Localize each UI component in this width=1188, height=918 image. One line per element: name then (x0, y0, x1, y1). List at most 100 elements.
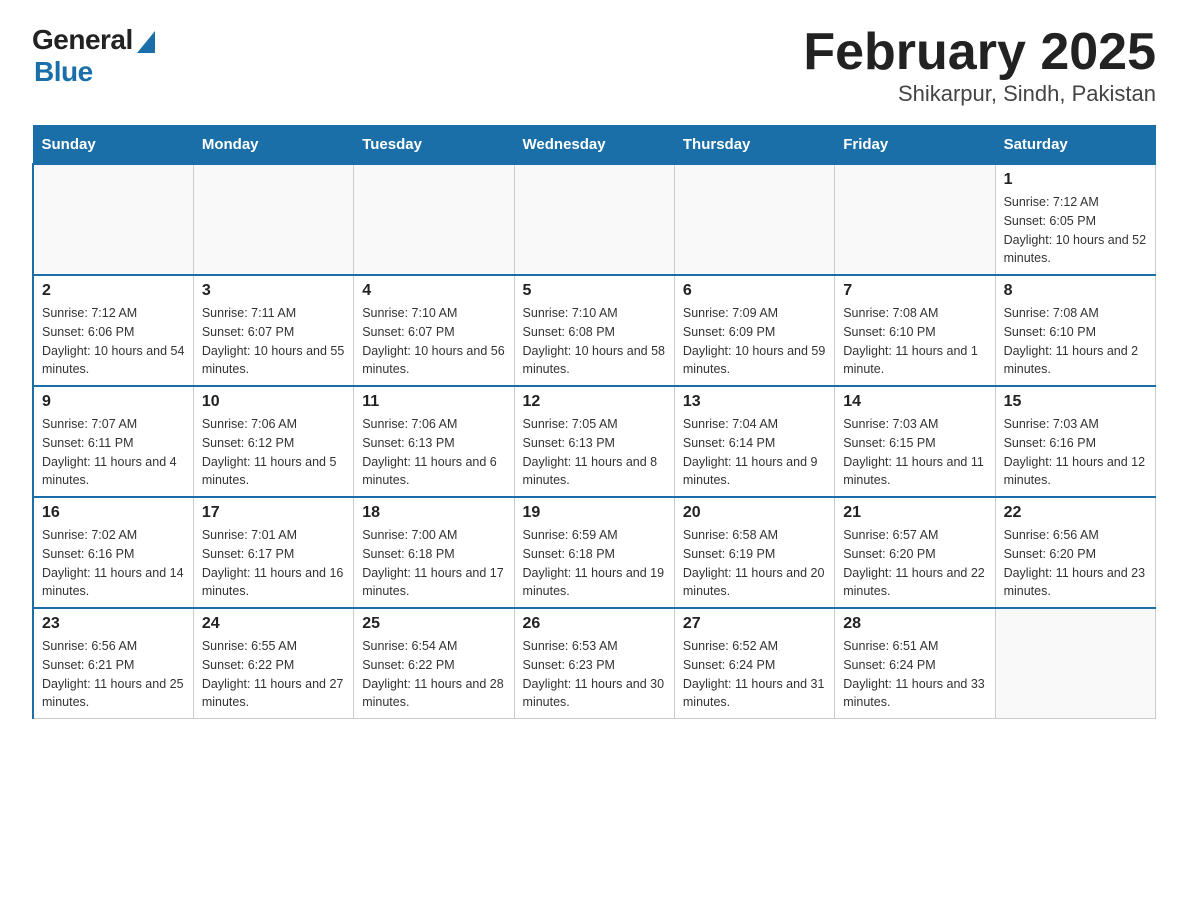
calendar-day-cell (995, 608, 1155, 719)
day-info: Sunrise: 7:06 AMSunset: 6:12 PMDaylight:… (202, 415, 345, 490)
calendar-day-cell (33, 164, 193, 275)
day-number: 1 (1004, 171, 1147, 189)
day-number: 11 (362, 393, 505, 411)
day-number: 2 (42, 282, 185, 300)
day-info: Sunrise: 7:08 AMSunset: 6:10 PMDaylight:… (843, 304, 986, 379)
day-info: Sunrise: 7:12 AMSunset: 6:06 PMDaylight:… (42, 304, 185, 379)
title-block: February 2025 Shikarpur, Sindh, Pakistan (803, 24, 1156, 107)
day-number: 14 (843, 393, 986, 411)
calendar-day-cell: 6 Sunrise: 7:09 AMSunset: 6:09 PMDaylight… (674, 275, 834, 386)
day-info: Sunrise: 6:52 AMSunset: 6:24 PMDaylight:… (683, 637, 826, 712)
day-info: Sunrise: 7:07 AMSunset: 6:11 PMDaylight:… (42, 415, 185, 490)
calendar-day-cell: 21Sunrise: 6:57 AMSunset: 6:20 PMDayligh… (835, 497, 995, 608)
day-info: Sunrise: 7:03 AMSunset: 6:15 PMDaylight:… (843, 415, 986, 490)
day-number: 26 (523, 615, 666, 633)
calendar-day-cell: 14 Sunrise: 7:03 AMSunset: 6:15 PMDayligh… (835, 386, 995, 497)
day-number: 12 (523, 393, 666, 411)
day-number: 21 (843, 504, 986, 522)
logo: General Blue (32, 24, 155, 88)
day-number: 22 (1004, 504, 1147, 522)
day-info: Sunrise: 6:53 AMSunset: 6:23 PMDaylight:… (523, 637, 666, 712)
calendar-week-row: 2 Sunrise: 7:12 AMSunset: 6:06 PMDaylight… (33, 275, 1156, 386)
logo-general-text: General (32, 24, 133, 56)
page-title: February 2025 (803, 24, 1156, 81)
day-number: 6 (683, 282, 826, 300)
calendar-day-cell: 10 Sunrise: 7:06 AMSunset: 6:12 PMDayligh… (193, 386, 353, 497)
day-info: Sunrise: 7:06 AMSunset: 6:13 PMDaylight:… (362, 415, 505, 490)
day-info: Sunrise: 7:03 AMSunset: 6:16 PMDaylight:… (1004, 415, 1147, 490)
calendar-day-cell: 7 Sunrise: 7:08 AMSunset: 6:10 PMDaylight… (835, 275, 995, 386)
calendar-day-cell: 2 Sunrise: 7:12 AMSunset: 6:06 PMDaylight… (33, 275, 193, 386)
day-number: 9 (42, 393, 185, 411)
calendar-day-cell: 1 Sunrise: 7:12 AMSunset: 6:05 PMDaylight… (995, 164, 1155, 275)
calendar-day-cell: 25 Sunrise: 6:54 AMSunset: 6:22 PMDayligh… (354, 608, 514, 719)
calendar-week-row: 16 Sunrise: 7:02 AMSunset: 6:16 PMDayligh… (33, 497, 1156, 608)
calendar-week-row: 23 Sunrise: 6:56 AMSunset: 6:21 PMDayligh… (33, 608, 1156, 719)
calendar-table: SundayMondayTuesdayWednesdayThursdayFrid… (32, 125, 1156, 719)
day-info: Sunrise: 7:11 AMSunset: 6:07 PMDaylight:… (202, 304, 345, 379)
day-number: 4 (362, 282, 505, 300)
day-number: 27 (683, 615, 826, 633)
calendar-day-cell: 20Sunrise: 6:58 AMSunset: 6:19 PMDayligh… (674, 497, 834, 608)
calendar-day-cell: 9 Sunrise: 7:07 AMSunset: 6:11 PMDaylight… (33, 386, 193, 497)
day-number: 10 (202, 393, 345, 411)
calendar-day-cell: 19 Sunrise: 6:59 AMSunset: 6:18 PMDayligh… (514, 497, 674, 608)
calendar-day-cell: 3 Sunrise: 7:11 AMSunset: 6:07 PMDaylight… (193, 275, 353, 386)
day-of-week-header: Saturday (995, 126, 1155, 165)
calendar-day-cell: 5Sunrise: 7:10 AMSunset: 6:08 PMDaylight… (514, 275, 674, 386)
day-of-week-header: Wednesday (514, 126, 674, 165)
calendar-week-row: 1 Sunrise: 7:12 AMSunset: 6:05 PMDaylight… (33, 164, 1156, 275)
calendar-day-cell (193, 164, 353, 275)
page-header: General Blue February 2025 Shikarpur, Si… (32, 24, 1156, 107)
calendar-day-cell (835, 164, 995, 275)
day-of-week-header: Friday (835, 126, 995, 165)
day-info: Sunrise: 6:58 AMSunset: 6:19 PMDaylight:… (683, 526, 826, 601)
day-number: 15 (1004, 393, 1147, 411)
day-of-week-header: Sunday (33, 126, 193, 165)
day-info: Sunrise: 6:55 AMSunset: 6:22 PMDaylight:… (202, 637, 345, 712)
day-info: Sunrise: 6:56 AMSunset: 6:21 PMDaylight:… (42, 637, 185, 712)
day-info: Sunrise: 7:02 AMSunset: 6:16 PMDaylight:… (42, 526, 185, 601)
day-info: Sunrise: 7:12 AMSunset: 6:05 PMDaylight:… (1004, 193, 1147, 268)
calendar-day-cell: 8 Sunrise: 7:08 AMSunset: 6:10 PMDaylight… (995, 275, 1155, 386)
logo-triangle-icon (137, 31, 155, 53)
day-info: Sunrise: 7:05 AMSunset: 6:13 PMDaylight:… (523, 415, 666, 490)
day-of-week-header: Thursday (674, 126, 834, 165)
day-number: 28 (843, 615, 986, 633)
calendar-day-cell: 17 Sunrise: 7:01 AMSunset: 6:17 PMDayligh… (193, 497, 353, 608)
day-info: Sunrise: 7:09 AMSunset: 6:09 PMDaylight:… (683, 304, 826, 379)
day-number: 18 (362, 504, 505, 522)
calendar-day-cell (674, 164, 834, 275)
day-info: Sunrise: 7:10 AMSunset: 6:07 PMDaylight:… (362, 304, 505, 379)
day-number: 7 (843, 282, 986, 300)
calendar-day-cell: 24Sunrise: 6:55 AMSunset: 6:22 PMDayligh… (193, 608, 353, 719)
day-number: 5 (523, 282, 666, 300)
day-info: Sunrise: 7:04 AMSunset: 6:14 PMDaylight:… (683, 415, 826, 490)
day-number: 25 (362, 615, 505, 633)
day-info: Sunrise: 6:54 AMSunset: 6:22 PMDaylight:… (362, 637, 505, 712)
day-number: 16 (42, 504, 185, 522)
day-number: 8 (1004, 282, 1147, 300)
day-info: Sunrise: 7:01 AMSunset: 6:17 PMDaylight:… (202, 526, 345, 601)
day-info: Sunrise: 7:00 AMSunset: 6:18 PMDaylight:… (362, 526, 505, 601)
day-of-week-header: Monday (193, 126, 353, 165)
calendar-day-cell: 23 Sunrise: 6:56 AMSunset: 6:21 PMDayligh… (33, 608, 193, 719)
day-number: 3 (202, 282, 345, 300)
day-number: 23 (42, 615, 185, 633)
calendar-day-cell: 11 Sunrise: 7:06 AMSunset: 6:13 PMDayligh… (354, 386, 514, 497)
day-info: Sunrise: 6:59 AMSunset: 6:18 PMDaylight:… (523, 526, 666, 601)
day-info: Sunrise: 6:51 AMSunset: 6:24 PMDaylight:… (843, 637, 986, 712)
day-number: 17 (202, 504, 345, 522)
calendar-day-cell: 13Sunrise: 7:04 AMSunset: 6:14 PMDayligh… (674, 386, 834, 497)
calendar-header-row: SundayMondayTuesdayWednesdayThursdayFrid… (33, 126, 1156, 165)
calendar-week-row: 9 Sunrise: 7:07 AMSunset: 6:11 PMDaylight… (33, 386, 1156, 497)
calendar-day-cell: 15 Sunrise: 7:03 AMSunset: 6:16 PMDayligh… (995, 386, 1155, 497)
day-info: Sunrise: 7:08 AMSunset: 6:10 PMDaylight:… (1004, 304, 1147, 379)
day-number: 19 (523, 504, 666, 522)
calendar-day-cell: 26 Sunrise: 6:53 AMSunset: 6:23 PMDayligh… (514, 608, 674, 719)
calendar-day-cell: 18 Sunrise: 7:00 AMSunset: 6:18 PMDayligh… (354, 497, 514, 608)
day-info: Sunrise: 6:56 AMSunset: 6:20 PMDaylight:… (1004, 526, 1147, 601)
calendar-day-cell (514, 164, 674, 275)
calendar-day-cell: 16 Sunrise: 7:02 AMSunset: 6:16 PMDayligh… (33, 497, 193, 608)
calendar-day-cell: 27 Sunrise: 6:52 AMSunset: 6:24 PMDayligh… (674, 608, 834, 719)
